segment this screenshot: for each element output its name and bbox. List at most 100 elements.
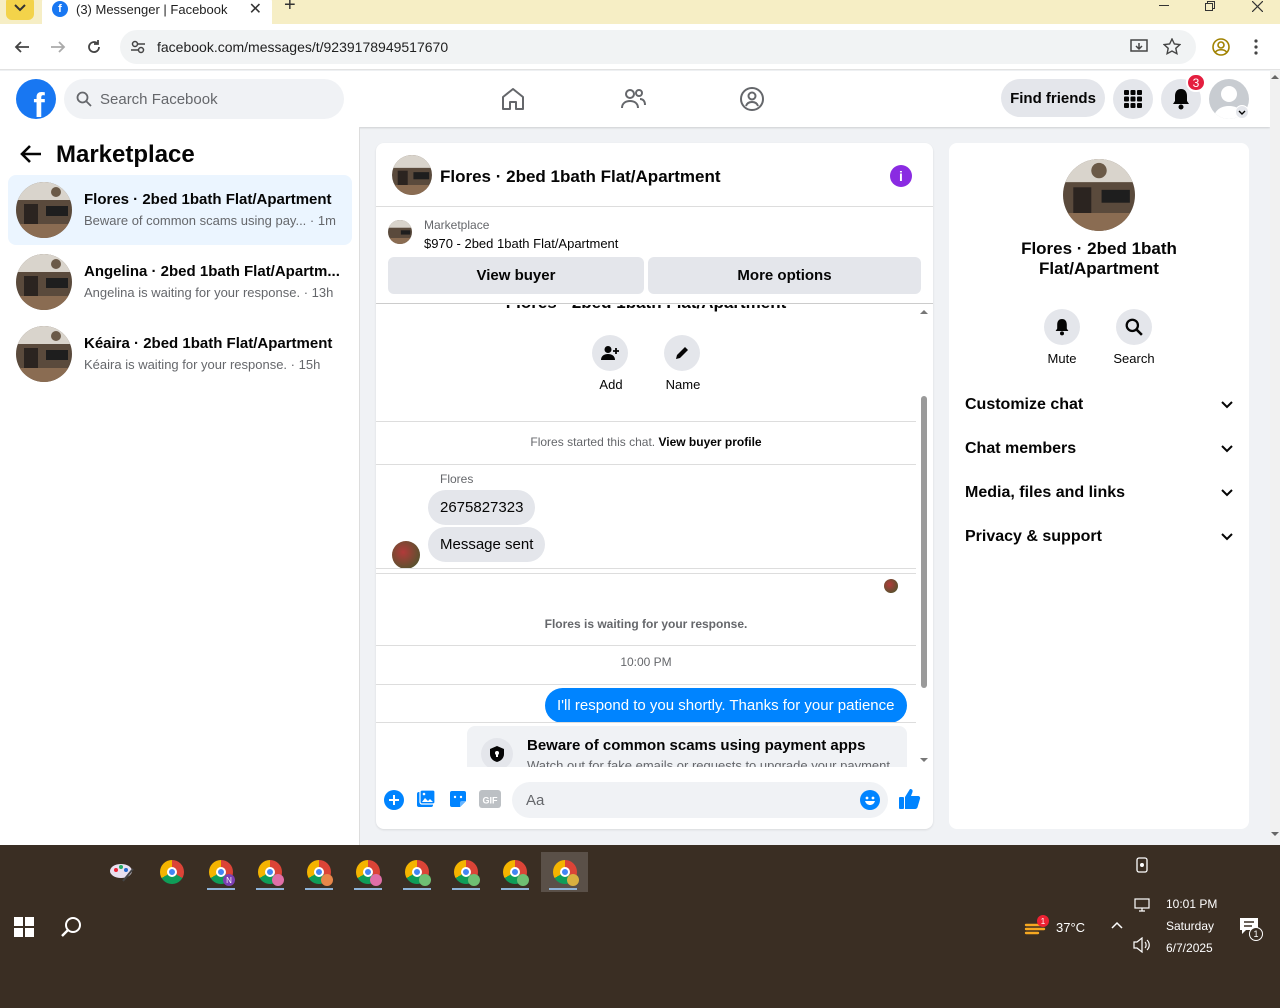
profile-icon[interactable] [1212, 38, 1230, 56]
taskbar-app-chrome-profile[interactable] [248, 852, 292, 892]
add-people-button[interactable]: Add [592, 335, 630, 392]
facebook-search-input[interactable]: Search Facebook [64, 79, 344, 119]
back-arrow-icon[interactable] [20, 144, 42, 164]
windows-taskbar: N 1 37°C 10:01 PM Saturday 6/7/2025 1 [0, 845, 1280, 1008]
message-bubble[interactable]: Message sent [428, 527, 546, 562]
clock-time[interactable]: 10:01 PM [1166, 897, 1217, 911]
sidebar-title: Marketplace [56, 141, 195, 168]
minimize-button[interactable] [1154, 0, 1174, 16]
chrome-icon [160, 860, 184, 884]
taskbar-app-chrome-profile[interactable] [493, 852, 537, 892]
waiting-notice: Flores is waiting for your response. [544, 617, 748, 631]
customize-chat-section[interactable]: Customize chat [965, 393, 1233, 417]
address-bar[interactable]: facebook.com/messages/t/9239178949517670 [120, 30, 1196, 64]
conversation-item[interactable]: Flores · 2bed 1bath Flat/Apartment Bewar… [8, 175, 352, 245]
conversation-name: Flores · 2bed 1bath Flat/Apartment [84, 191, 332, 208]
taskbar-app-chrome-profile[interactable] [444, 852, 488, 892]
menu-button[interactable] [1113, 79, 1153, 119]
url-text: facebook.com/messages/t/9239178949517670 [157, 39, 449, 55]
reload-button[interactable] [82, 35, 106, 59]
browser-menu-icon[interactable] [1254, 39, 1258, 55]
forward-button[interactable] [46, 35, 70, 59]
chat-members-section[interactable]: Chat members [965, 437, 1233, 461]
photo-icon[interactable] [416, 789, 436, 809]
search-conversation-button[interactable]: Search [1104, 309, 1164, 366]
windows-start-icon[interactable] [14, 917, 34, 937]
edit-name-button[interactable]: Name [664, 335, 702, 392]
view-buyer-button[interactable]: View buyer [388, 257, 644, 294]
more-options-button[interactable]: More options [648, 257, 921, 294]
search-icon[interactable] [60, 915, 84, 939]
taskbar-app-chrome-profile[interactable] [297, 852, 341, 892]
facebook-logo-icon[interactable]: f [16, 79, 56, 119]
message-list: Flores · 2bed 1bath Flat/Apartment Add N… [376, 305, 933, 767]
message-input[interactable]: Aa [512, 782, 888, 818]
close-tab-icon[interactable]: ✕ [249, 0, 262, 19]
temperature[interactable]: 37°C [1056, 920, 1085, 935]
sender-avatar[interactable] [392, 541, 420, 569]
account-chevron-icon[interactable] [1235, 105, 1249, 119]
taskbar-app-chrome-profile[interactable]: N [199, 852, 243, 892]
add-person-icon [601, 346, 619, 360]
info-icon[interactable]: i [890, 165, 912, 187]
section-label: Privacy & support [965, 528, 1102, 545]
listing-summary[interactable]: $970 - 2bed 1bath Flat/Apartment [424, 236, 618, 251]
network-icon[interactable] [1134, 898, 1150, 912]
scroll-thumb[interactable] [921, 396, 927, 688]
view-buyer-profile-link[interactable]: View buyer profile [658, 435, 761, 449]
browser-tab-active[interactable]: f (3) Messenger | Facebook ✕ [42, 0, 272, 24]
conversation-item[interactable]: Angelina · 2bed 1bath Flat/Apartm... Ang… [8, 247, 352, 317]
scroll-up-icon[interactable] [1271, 74, 1279, 80]
site-info-icon[interactable] [130, 39, 146, 55]
home-icon[interactable] [499, 85, 527, 113]
marketplace-label: Marketplace [424, 218, 490, 232]
message-bubble[interactable]: 2675827323 [428, 490, 536, 525]
scam-warning-card[interactable]: Beware of common scams using payment app… [467, 726, 907, 767]
plus-circle-icon[interactable] [384, 790, 404, 810]
taskbar-app-chrome[interactable] [150, 852, 194, 892]
meet-now-icon[interactable] [1134, 857, 1150, 873]
back-button[interactable] [10, 35, 34, 59]
friends-icon[interactable] [619, 85, 647, 113]
reload-icon [88, 40, 100, 53]
scroll-up-icon[interactable] [919, 308, 929, 316]
marketplace-banner: Marketplace $970 - 2bed 1bath Flat/Apart… [376, 208, 933, 304]
page-scrollbar[interactable] [1270, 71, 1280, 845]
chat-avatar[interactable] [392, 155, 432, 195]
svg-text:GIF: GIF [483, 796, 499, 806]
taskbar-app-chrome-active[interactable] [541, 852, 588, 892]
media-files-links-section[interactable]: Media, files and links [965, 481, 1233, 505]
volume-icon[interactable] [1133, 937, 1151, 953]
new-tab-button[interactable]: + [284, 0, 296, 17]
clock-date[interactable]: 6/7/2025 [1166, 941, 1213, 955]
chat-header: Flores · 2bed 1bath Flat/Apartment i [376, 143, 933, 207]
bookmark-star-icon[interactable] [1163, 38, 1181, 56]
restore-button[interactable] [1200, 0, 1220, 16]
message-composer: GIF Aa [376, 779, 933, 829]
mute-button[interactable]: Mute [1032, 309, 1092, 366]
scroll-down-icon[interactable] [919, 756, 929, 764]
taskbar-app-paint[interactable] [100, 852, 144, 892]
install-app-icon[interactable] [1130, 39, 1148, 55]
clock-day[interactable]: Saturday [1166, 919, 1214, 933]
emoji-icon[interactable] [860, 790, 880, 810]
groups-icon[interactable] [738, 85, 766, 113]
chat-title[interactable]: Flores · 2bed 1bath Flat/Apartment [440, 167, 721, 187]
taskbar-app-chrome-profile[interactable] [346, 852, 390, 892]
shield-icon [490, 746, 504, 762]
gif-icon[interactable]: GIF [479, 789, 501, 809]
privacy-support-section[interactable]: Privacy & support [965, 525, 1233, 549]
close-window-button[interactable] [1247, 0, 1267, 16]
thumbs-up-icon[interactable] [898, 788, 922, 810]
conversation-item[interactable]: Kéaira · 2bed 1bath Flat/Apartment Kéair… [8, 319, 352, 389]
show-hidden-icons-icon[interactable] [1111, 921, 1123, 929]
search-icon [76, 91, 92, 107]
tab-search-button[interactable] [6, 0, 34, 20]
section-label: Media, files and links [965, 484, 1126, 501]
taskbar-app-chrome-profile[interactable] [395, 852, 439, 892]
sticker-icon[interactable] [448, 789, 468, 809]
scroll-down-icon[interactable] [1271, 831, 1279, 837]
find-friends-button[interactable]: Find friends [1001, 79, 1105, 117]
outgoing-message-bubble[interactable]: I'll respond to you shortly. Thanks for … [545, 688, 907, 723]
chat-scrollbar[interactable] [919, 308, 929, 766]
